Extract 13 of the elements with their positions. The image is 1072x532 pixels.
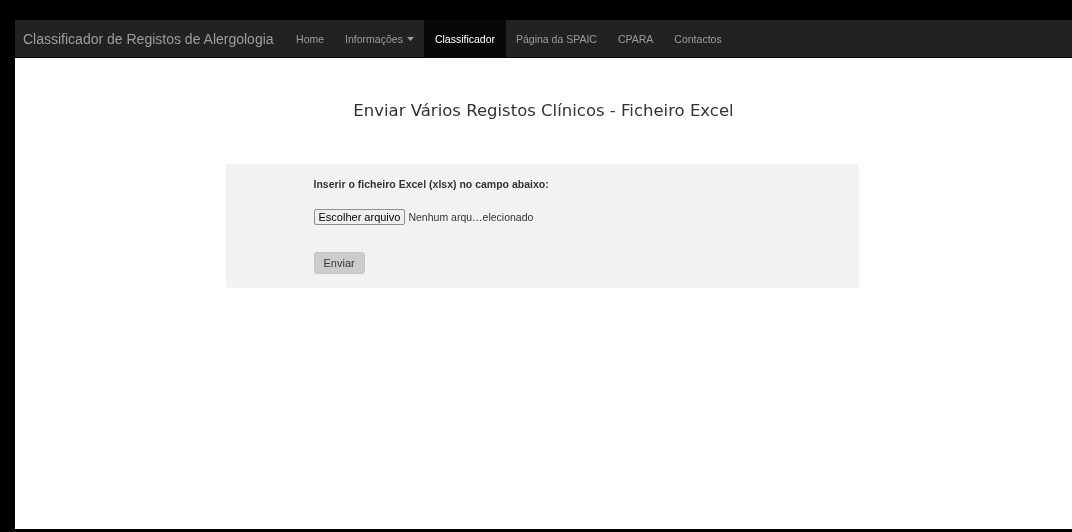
caret-icon <box>406 36 414 41</box>
nav-link[interactable]: Contactos <box>663 20 733 57</box>
file-status: Nenhum arqu…elecionado <box>408 211 534 223</box>
navbar-brand[interactable]: Classificador de Registos de Alergologia <box>15 20 284 57</box>
submit-button[interactable]: Enviar <box>313 252 365 274</box>
nav-link[interactable]: Classificador <box>424 20 506 57</box>
form-label: Inserir o ficheiro Excel (xlsx) no campo abaixo: <box>313 178 549 190</box>
nav-link[interactable]: CPARA <box>607 20 664 57</box>
choose-file-button[interactable]: Escolher arquivo <box>313 209 406 225</box>
page-heading: Enviar Vários Registos Clínicos - Ficheiro Excel <box>353 101 734 120</box>
nav-link[interactable]: Home <box>285 20 335 57</box>
nav-link[interactable]: Página da SPAIC <box>505 20 608 57</box>
nav-link[interactable]: Informações <box>334 20 425 57</box>
